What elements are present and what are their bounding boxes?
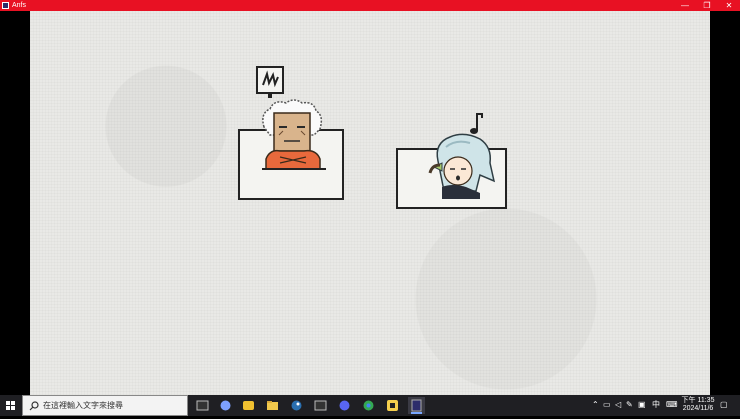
girl-character[interactable]	[420, 109, 510, 205]
app-icon	[2, 2, 9, 9]
chrome-icon[interactable]	[360, 397, 377, 414]
game-icon[interactable]	[240, 397, 257, 414]
pen-icon[interactable]: ✎	[626, 400, 633, 410]
keyboard-icon[interactable]: ⌨	[666, 400, 678, 410]
active-indicator	[411, 412, 422, 414]
clock-date: 2024/11/6	[682, 405, 714, 412]
active-game-icon[interactable]	[408, 397, 425, 414]
clock[interactable]: 下午 11:35 2024/11/6	[680, 397, 716, 413]
discord-icon[interactable]	[217, 397, 234, 414]
steam-icon[interactable]	[288, 397, 305, 414]
network-icon[interactable]: ▭	[603, 400, 611, 410]
search-placeholder: 在這裡輸入文字來搜尋	[43, 401, 123, 410]
game-viewport[interactable]	[0, 11, 740, 395]
music-note-icon	[470, 113, 483, 134]
terminal2-icon[interactable]	[312, 397, 329, 414]
ime-indicator[interactable]: 中	[652, 400, 660, 410]
terminal-icon[interactable]	[194, 397, 211, 414]
pinned-app-icon[interactable]	[384, 397, 401, 414]
window-title: Anfs	[12, 2, 27, 9]
maximize-button[interactable]: ❐	[696, 0, 718, 11]
windows-start-button[interactable]	[0, 395, 22, 416]
taskbar-search-box[interactable]: 在這裡輸入文字來搜尋	[22, 395, 188, 416]
file-explorer-icon[interactable]	[264, 397, 281, 414]
grandpa-character[interactable]	[254, 65, 334, 185]
minimize-button[interactable]: —	[674, 0, 696, 11]
volume-icon[interactable]: ◁	[615, 400, 621, 410]
close-button[interactable]: ✕	[718, 0, 740, 11]
chevron-up-icon[interactable]: ⌃	[592, 400, 599, 410]
notification-icon[interactable]: ▢	[720, 400, 728, 410]
clock-time: 下午 11:35	[681, 397, 715, 404]
app-tray-icon[interactable]: ▣	[638, 400, 646, 410]
search-icon	[29, 401, 39, 411]
chat-icon[interactable]	[336, 397, 353, 414]
paper-background	[30, 11, 710, 395]
taskbar: 在這裡輸入文字來搜尋 ⌃ ▭ ◁ ✎ ▣ 中 ⌨ 下午 11:35 2024/1…	[0, 395, 740, 416]
broken-speech-bubble-icon	[256, 66, 284, 98]
